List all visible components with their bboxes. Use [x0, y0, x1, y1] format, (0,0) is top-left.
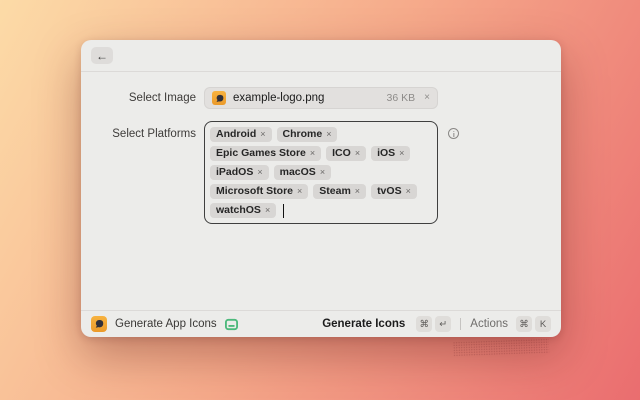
- platform-tag-label: Epic Games Store: [216, 148, 306, 159]
- platform-tag[interactable]: iOS ×: [371, 146, 410, 161]
- remove-tag-icon[interactable]: ×: [320, 168, 325, 177]
- remove-tag-icon[interactable]: ×: [406, 187, 411, 196]
- remove-file-icon[interactable]: ×: [424, 93, 430, 103]
- remove-tag-icon[interactable]: ×: [399, 149, 404, 158]
- platform-tag[interactable]: Android ×: [210, 127, 272, 142]
- image-field-label: Select Image: [81, 87, 196, 109]
- remove-tag-icon[interactable]: ×: [260, 130, 265, 139]
- platform-tag-label: Steam: [319, 186, 351, 197]
- platform-tag[interactable]: macOS ×: [274, 165, 331, 180]
- info-icon[interactable]: [448, 128, 459, 139]
- selected-file-chip[interactable]: example-logo.png 36 KB ×: [204, 87, 438, 109]
- platform-tag[interactable]: Steam ×: [313, 184, 366, 199]
- platform-tag-label: macOS: [280, 167, 316, 178]
- remove-tag-icon[interactable]: ×: [310, 149, 315, 158]
- action-bar-divider: [460, 318, 461, 330]
- platform-tag-label: ICO: [332, 148, 351, 159]
- platform-tag-label: Microsoft Store: [216, 186, 293, 197]
- platform-tag[interactable]: Microsoft Store ×: [210, 184, 308, 199]
- platform-tag[interactable]: Chrome ×: [277, 127, 338, 142]
- extension-icon: [91, 316, 107, 332]
- watermark: [453, 338, 549, 356]
- action-bar: Generate App Icons Generate Icons ⌘ ↵ Ac…: [81, 310, 561, 337]
- remove-tag-icon[interactable]: ×: [355, 187, 360, 196]
- remove-tag-icon[interactable]: ×: [257, 168, 262, 177]
- return-key-icon[interactable]: ↵: [435, 316, 451, 332]
- file-thumbnail-icon: [212, 91, 226, 105]
- k-key-icon[interactable]: K: [535, 316, 551, 332]
- cmd-key-icon[interactable]: ⌘: [516, 316, 532, 332]
- remove-tag-icon[interactable]: ×: [265, 206, 270, 215]
- platform-tag-label: Chrome: [283, 129, 323, 140]
- actions-button[interactable]: Actions: [470, 318, 508, 330]
- platform-tag-label: watchOS: [216, 205, 261, 216]
- platform-tag-label: iOS: [377, 148, 395, 159]
- platform-tag[interactable]: iPadOS ×: [210, 165, 269, 180]
- platform-tag[interactable]: ICO ×: [326, 146, 366, 161]
- platform-tag-label: iPadOS: [216, 167, 253, 178]
- remove-tag-icon[interactable]: ×: [326, 130, 331, 139]
- cmd-key-icon[interactable]: ⌘: [416, 316, 432, 332]
- platforms-field-row: Select Platforms Android × Chrome × Epic…: [81, 121, 561, 224]
- generate-icons-button[interactable]: Generate Icons: [322, 318, 405, 330]
- file-size-badge: 36 KB: [387, 92, 416, 104]
- remove-tag-icon[interactable]: ×: [355, 149, 360, 158]
- platforms-field-label: Select Platforms: [81, 121, 196, 142]
- platform-tag[interactable]: tvOS ×: [371, 184, 417, 199]
- extension-title: Generate App Icons: [115, 318, 217, 330]
- platform-tag-label: tvOS: [377, 186, 402, 197]
- window-header: ←: [81, 40, 561, 72]
- image-field-row: Select Image example-logo.png 36 KB ×: [81, 87, 561, 109]
- app-window: ← Select Image example-logo.png 36 KB × …: [81, 40, 561, 337]
- back-button[interactable]: ←: [91, 47, 113, 64]
- remove-tag-icon[interactable]: ×: [297, 187, 302, 196]
- platform-tag-label: Android: [216, 129, 256, 140]
- green-status-icon: [225, 318, 238, 331]
- platform-tags-input[interactable]: Android × Chrome × Epic Games Store ×: [204, 121, 438, 224]
- text-caret: [283, 204, 284, 218]
- file-name: example-logo.png: [233, 92, 387, 104]
- back-arrow-icon: ←: [96, 50, 108, 62]
- platform-tag[interactable]: watchOS ×: [210, 203, 276, 218]
- platform-tag[interactable]: Epic Games Store ×: [210, 146, 321, 161]
- form-body: Select Image example-logo.png 36 KB × Se…: [81, 72, 561, 310]
